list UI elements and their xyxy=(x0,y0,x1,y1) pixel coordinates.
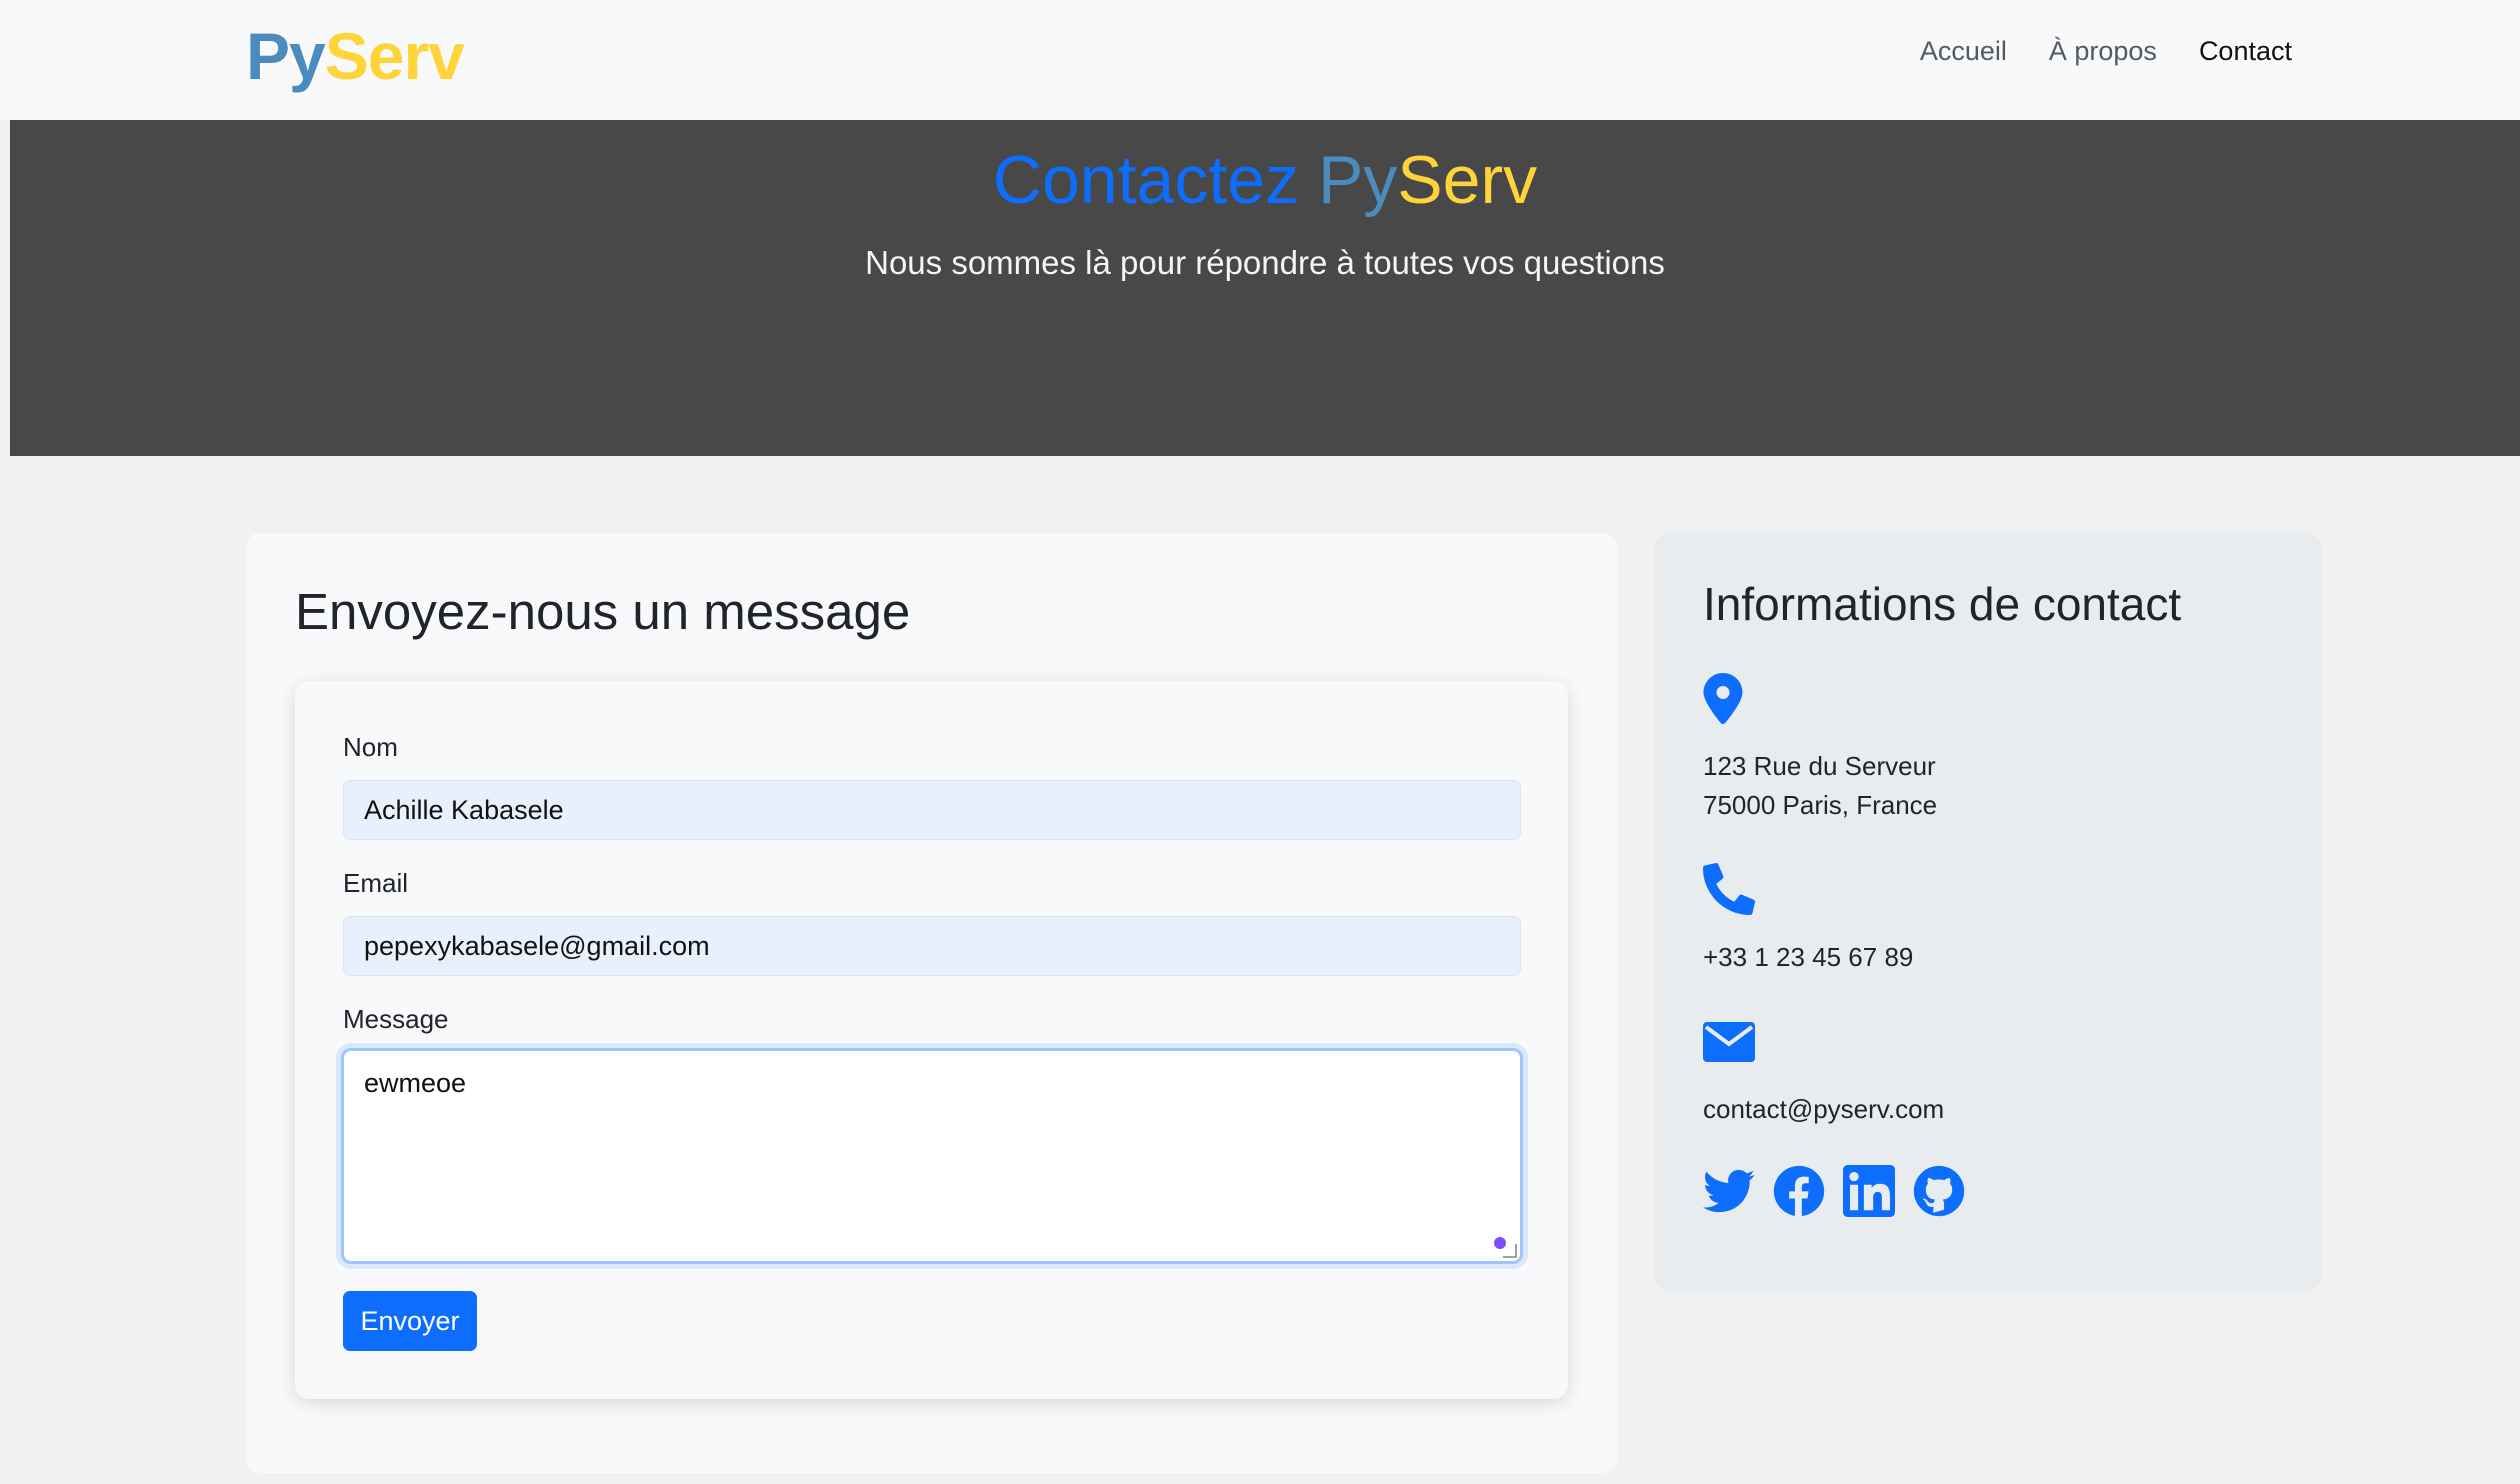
facebook-icon[interactable] xyxy=(1773,1165,1825,1217)
hero-title-py: Py xyxy=(1317,142,1398,218)
email-label: Email xyxy=(343,868,409,898)
hero-title: Contactez PyServ xyxy=(10,130,2520,230)
brand-serv: Serv xyxy=(324,19,465,93)
hero-banner: Contactez PyServ Nous sommes là pour rép… xyxy=(10,120,2520,456)
contact-info-card: Informations de contact 123 Rue du Serve… xyxy=(1655,533,2321,1291)
email-input[interactable]: pepexykabasele@gmail.com xyxy=(343,916,1521,976)
nav-link-contact[interactable]: Contact xyxy=(2199,30,2292,72)
linkedin-icon[interactable] xyxy=(1843,1165,1895,1217)
message-textarea[interactable]: ewmeoe xyxy=(341,1048,1523,1264)
social-links xyxy=(1703,1165,1965,1217)
phone-icon xyxy=(1703,863,1755,915)
github-icon[interactable] xyxy=(1913,1165,1965,1217)
resize-handle-icon[interactable] xyxy=(1503,1244,1517,1258)
name-input[interactable]: Achille Kabasele xyxy=(343,780,1521,840)
address-line-1: 123 Rue du Serveur xyxy=(1703,751,1936,781)
name-label: Nom xyxy=(343,732,398,762)
form-heading: Envoyez-nous un message xyxy=(295,583,911,640)
address-line-2: 75000 Paris, France xyxy=(1703,790,1938,820)
contact-form: Nom Achille Kabasele Email pepexykabasel… xyxy=(295,681,1568,1399)
twitter-icon[interactable] xyxy=(1703,1165,1755,1217)
nav-link-accueil[interactable]: Accueil xyxy=(1920,30,2007,72)
nav-link-a-propos[interactable]: À propos xyxy=(2049,30,2157,72)
email-text: contact@pyserv.com xyxy=(1703,1094,1945,1124)
message-text: ewmeoe xyxy=(364,1068,467,1098)
contact-info-heading: Informations de contact xyxy=(1703,578,2182,630)
phone-text: +33 1 23 45 67 89 xyxy=(1703,942,1914,972)
brand-logo[interactable]: PyServ xyxy=(246,16,465,96)
nav-links: Accueil À propos Contact xyxy=(1920,30,2292,72)
brand-py: Py xyxy=(246,19,326,93)
message-card: Envoyez-nous un message Nom Achille Kaba… xyxy=(246,533,1617,1473)
hero-title-serv: Serv xyxy=(1397,142,1538,218)
message-label: Message xyxy=(343,1004,449,1034)
submit-button[interactable]: Envoyer xyxy=(343,1291,477,1351)
navbar: PyServ Accueil À propos Contact xyxy=(0,0,2520,120)
envelope-icon xyxy=(1703,1022,1755,1062)
hero-title-prefix: Contactez xyxy=(992,142,1318,218)
hero-subtitle: Nous sommes là pour répondre à toutes vo… xyxy=(865,244,1665,281)
map-marker-icon xyxy=(1703,673,1743,724)
